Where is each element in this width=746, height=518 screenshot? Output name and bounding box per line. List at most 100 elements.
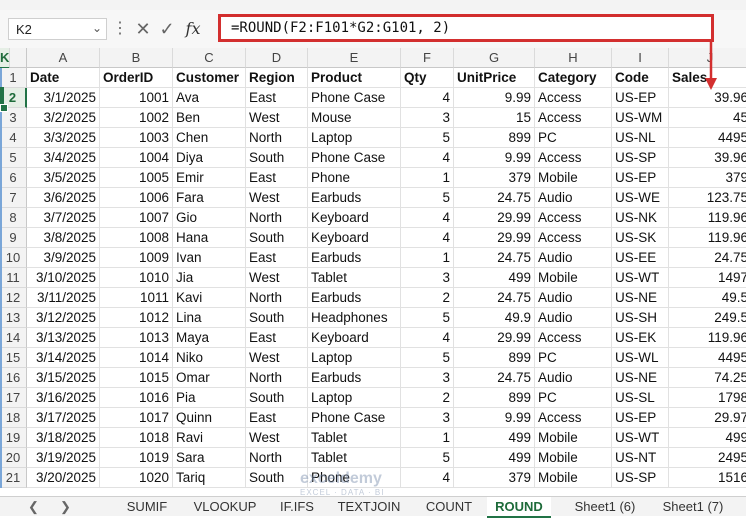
table-cell[interactable]: 1007 [100, 208, 173, 228]
table-cell[interactable]: 5 [401, 448, 454, 468]
table-cell[interactable]: North [246, 208, 308, 228]
table-cell[interactable]: 3/2/2025 [27, 108, 100, 128]
table-cell[interactable]: 29.99 [454, 208, 535, 228]
scroll-left-icon[interactable]: ❮ [28, 497, 39, 516]
table-cell[interactable]: Audio [535, 188, 612, 208]
table-cell[interactable]: 1011 [100, 288, 173, 308]
table-cell[interactable]: Access [535, 408, 612, 428]
fill-handle[interactable] [0, 104, 8, 112]
table-cell[interactable]: 3 [401, 368, 454, 388]
header-cell[interactable]: Qty [401, 68, 454, 88]
table-cell[interactable]: Phone [308, 168, 401, 188]
row-header-13[interactable]: 13 [0, 308, 27, 328]
table-cell[interactable]: US-WL [612, 348, 669, 368]
table-cell[interactable]: 379 [454, 168, 535, 188]
table-cell[interactable]: 9.99 [454, 408, 535, 428]
table-cell[interactable]: Gio [173, 208, 246, 228]
table-cell[interactable]: 24.75 [454, 248, 535, 268]
table-cell[interactable]: 3/8/2025 [27, 228, 100, 248]
header-cell[interactable]: Date [27, 68, 100, 88]
column-header-e[interactable]: E [308, 48, 401, 68]
table-cell[interactable]: US-SP [612, 468, 669, 488]
row-header-18[interactable]: 18 [0, 408, 27, 428]
table-cell[interactable]: Earbuds [308, 368, 401, 388]
table-cell[interactable]: US-EK [612, 328, 669, 348]
table-cell[interactable]: Lina [173, 308, 246, 328]
sheet-tab-7[interactable]: Sheet1 (7) [648, 497, 738, 516]
table-cell[interactable]: 3/13/2025 [27, 328, 100, 348]
table-cell[interactable]: Pia [173, 388, 246, 408]
table-cell[interactable]: 379 [669, 168, 746, 188]
table-cell[interactable]: Diya [173, 148, 246, 168]
table-cell[interactable]: South [246, 468, 308, 488]
column-header-i[interactable]: I [612, 48, 669, 68]
table-cell[interactable]: Mobile [535, 428, 612, 448]
table-cell[interactable]: PC [535, 388, 612, 408]
table-cell[interactable]: 39.96 [669, 88, 746, 108]
table-cell[interactable]: 3/5/2025 [27, 168, 100, 188]
table-cell[interactable]: 1002 [100, 108, 173, 128]
table-cell[interactable]: 1009 [100, 248, 173, 268]
table-cell[interactable]: Mobile [535, 268, 612, 288]
table-cell[interactable]: Access [535, 108, 612, 128]
table-cell[interactable]: 5 [401, 308, 454, 328]
column-header-c[interactable]: C [173, 48, 246, 68]
table-cell[interactable]: Access [535, 208, 612, 228]
table-cell[interactable]: South [246, 388, 308, 408]
table-cell[interactable]: 3/6/2025 [27, 188, 100, 208]
table-cell[interactable]: 3 [401, 268, 454, 288]
table-cell[interactable]: West [246, 348, 308, 368]
table-cell[interactable]: 1004 [100, 148, 173, 168]
table-cell[interactable]: 3/10/2025 [27, 268, 100, 288]
column-header-d[interactable]: D [246, 48, 308, 68]
table-cell[interactable]: 3/4/2025 [27, 148, 100, 168]
table-cell[interactable]: 1005 [100, 168, 173, 188]
table-cell[interactable]: 3/7/2025 [27, 208, 100, 228]
table-cell[interactable]: Hana [173, 228, 246, 248]
table-cell[interactable]: East [246, 328, 308, 348]
cancel-icon[interactable]: ✕ [132, 18, 154, 40]
table-cell[interactable]: US-SP [612, 148, 669, 168]
table-cell[interactable]: 5 [401, 348, 454, 368]
table-cell[interactable]: Mobile [535, 448, 612, 468]
table-cell[interactable]: 2 [401, 388, 454, 408]
header-cell[interactable]: OrderID [100, 68, 173, 88]
table-cell[interactable]: Niko [173, 348, 246, 368]
table-cell[interactable]: 499 [669, 428, 746, 448]
table-cell[interactable]: Tablet [308, 428, 401, 448]
table-cell[interactable]: 899 [454, 128, 535, 148]
column-header-h[interactable]: H [535, 48, 612, 68]
table-cell[interactable]: 499 [454, 268, 535, 288]
table-cell[interactable]: 3/17/2025 [27, 408, 100, 428]
table-cell[interactable]: 1003 [100, 128, 173, 148]
table-cell[interactable]: Keyboard [308, 228, 401, 248]
table-cell[interactable]: 2 [401, 288, 454, 308]
table-cell[interactable]: 499 [454, 428, 535, 448]
table-cell[interactable]: US-NT [612, 448, 669, 468]
header-cell[interactable]: Product [308, 68, 401, 88]
table-cell[interactable]: 899 [454, 388, 535, 408]
table-cell[interactable]: Access [535, 228, 612, 248]
table-cell[interactable]: 74.25 [669, 368, 746, 388]
table-cell[interactable]: West [246, 188, 308, 208]
table-cell[interactable]: 1 [401, 248, 454, 268]
table-cell[interactable]: Quinn [173, 408, 246, 428]
table-cell[interactable]: Laptop [308, 388, 401, 408]
sheet-tab-0[interactable]: SUMIF [118, 497, 176, 516]
table-cell[interactable]: North [246, 368, 308, 388]
table-cell[interactable]: US-EP [612, 168, 669, 188]
table-cell[interactable]: 3 [401, 108, 454, 128]
more-options-icon[interactable]: ⋮ [112, 18, 128, 40]
table-cell[interactable]: 899 [454, 348, 535, 368]
row-header-15[interactable]: 15 [0, 348, 27, 368]
row-header-4[interactable]: 4 [0, 128, 27, 148]
table-cell[interactable]: 3/16/2025 [27, 388, 100, 408]
sheet-tab-4[interactable]: COUNT [416, 497, 482, 516]
table-cell[interactable]: Headphones [308, 308, 401, 328]
column-header-b[interactable]: B [100, 48, 173, 68]
table-cell[interactable]: Tablet [308, 268, 401, 288]
table-cell[interactable]: 4 [401, 228, 454, 248]
table-cell[interactable]: 1019 [100, 448, 173, 468]
table-cell[interactable]: 1015 [100, 368, 173, 388]
table-cell[interactable]: 3/18/2025 [27, 428, 100, 448]
